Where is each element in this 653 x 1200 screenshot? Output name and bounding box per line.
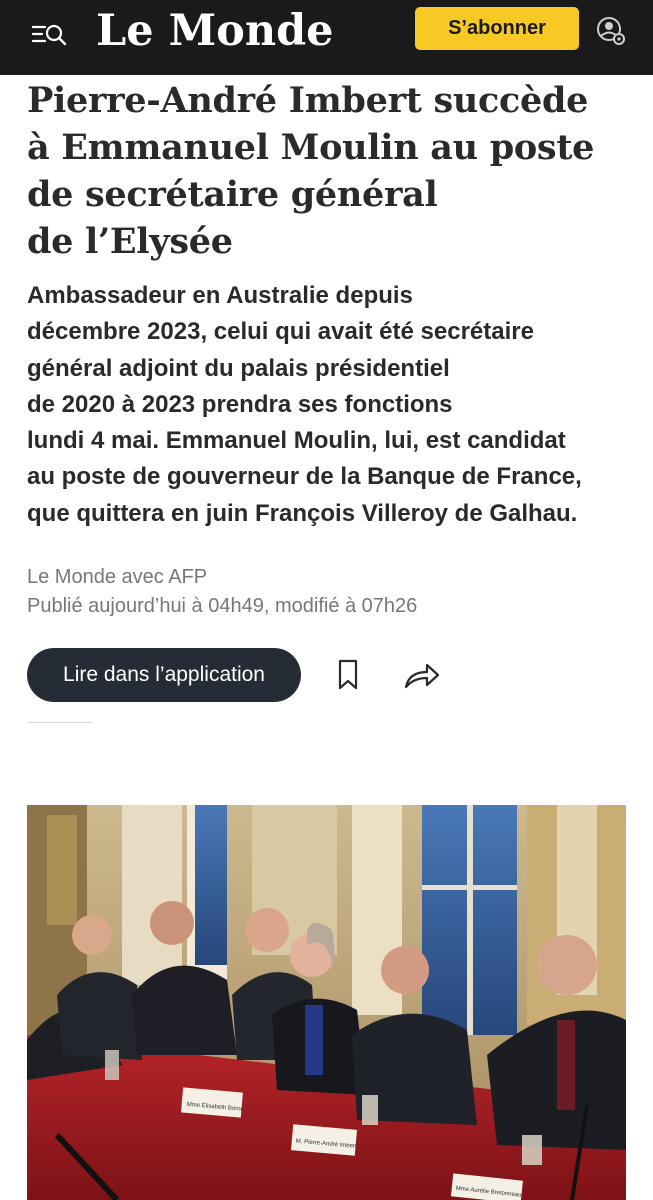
lead-line: de 2020 à 2023 prendra ses fonctions [27,390,453,418]
article-title: Pierre-André Imbert succède à Emmanuel M… [27,77,627,265]
title-line: de secrétaire général [27,174,438,215]
article-photo: Mme Élisabeth Borne M. Pierre-André Imbe… [27,805,626,1200]
article-lead: Ambassadeur en Australie depuis décembre… [27,278,637,532]
title-line: à Emmanuel Moulin au poste [27,127,595,168]
read-in-app-button[interactable]: Lire dans l’application [27,648,301,702]
lead-line: Ambassadeur en Australie depuis [27,282,413,309]
account-settings-icon[interactable] [596,16,626,46]
lead-line: que quittera en juin François Villeroy d… [27,499,578,527]
article-meta: Le Monde avec AFP Publié aujourd’hui à 0… [27,563,417,621]
share-icon[interactable] [401,660,443,692]
meeting-photo-illustration: Mme Élisabeth Borne M. Pierre-André Imbe… [27,805,626,1200]
bookmark-icon[interactable] [333,658,363,692]
lead-line: général adjoint du palais présidentiel [27,354,450,382]
title-line: Pierre-André Imbert succède [27,80,589,121]
menu-search-icon[interactable] [31,19,68,49]
top-bar: Le Monde S’abonner [0,0,653,75]
article-source: Le Monde avec AFP [27,566,208,588]
title-line: de l’Elysée [27,221,233,262]
lead-line: lundi 4 mai. Emmanuel Moulin, lui, est c… [27,427,566,455]
divider [27,722,93,723]
le-monde-logo[interactable]: Le Monde [96,6,334,56]
lead-line: décembre 2023, celui qui avait été secré… [27,318,534,346]
subscribe-button[interactable]: S’abonner [415,7,579,50]
publication-date: Publié aujourd’hui à 04h49, modifié à 07… [27,595,418,617]
lead-line: au poste de gouverneur de la Banque de F… [27,463,582,491]
